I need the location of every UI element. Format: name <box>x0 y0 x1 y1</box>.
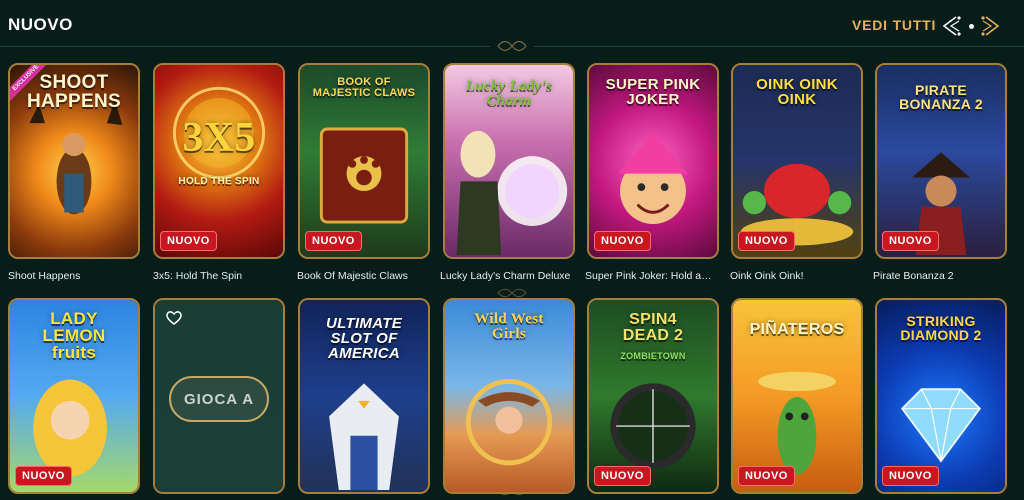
game-logo: PIRATE BONANZA 2 <box>899 82 983 112</box>
game-card-super-pink-joker[interactable]: SUPER PINK JOKER NUOVO <box>587 63 719 259</box>
new-badge: NUOVO <box>738 231 795 251</box>
game-name[interactable]: Shoot Happens <box>8 270 140 282</box>
game-card-3x5[interactable]: 3X5 HOLD THE SPIN NUOVO <box>153 63 285 259</box>
game-name[interactable]: 3x5: Hold The Spin <box>153 270 285 282</box>
new-badge: NUOVO <box>15 466 72 486</box>
heart-icon[interactable] <box>165 310 183 326</box>
game-logo: 3X5 <box>182 115 256 161</box>
play-button[interactable]: GIOCA A <box>169 376 269 422</box>
game-card-lucky-ladys-charm[interactable]: Lucky Lady's Charm <box>443 63 575 259</box>
game-subtitle: ZOMBIETOWN <box>620 351 686 361</box>
game-name[interactable]: Lucky Lady's Charm Deluxe <box>440 270 572 282</box>
new-badge: NUOVO <box>738 466 795 486</box>
game-card-pirate-bonanza-2[interactable]: PIRATE BONANZA 2 NUOVO <box>875 63 1007 259</box>
game-grid: EXCLUSIVE SHOOT HAPPENS Shoot Happens 3X… <box>0 0 1024 500</box>
game-logo: SHOOT HAPPENS <box>27 72 121 112</box>
game-logo: SPIN4 DEAD 2 <box>622 311 684 344</box>
game-logo: Lucky Lady's Charm <box>465 78 553 109</box>
new-badge: NUOVO <box>594 231 651 251</box>
game-name[interactable]: Super Pink Joker: Hold and Win <box>585 270 717 282</box>
game-card-oink-oink-oink[interactable]: OINK OINK OINK NUOVO <box>731 63 863 259</box>
new-badge: NUOVO <box>160 231 217 251</box>
game-logo: LADY LEMON fruits <box>42 309 106 362</box>
game-card-spin4dead-2[interactable]: SPIN4 DEAD 2 ZOMBIETOWN NUOVO <box>587 298 719 494</box>
game-logo: ULTIMATE SLOT OF AMERICA <box>326 315 402 362</box>
game-card-striking-diamond-2[interactable]: STRIKING DIAMOND 2 NUOVO <box>875 298 1007 494</box>
game-card-shoot-happens[interactable]: EXCLUSIVE SHOOT HAPPENS <box>8 63 140 259</box>
game-name[interactable]: Oink Oink Oink! <box>730 270 862 282</box>
new-badge: NUOVO <box>882 231 939 251</box>
game-card-hovered[interactable]: GIOCA A <box>153 298 285 494</box>
game-logo: PIÑATEROS <box>749 321 845 338</box>
game-logo: SUPER PINK JOKER <box>605 76 701 108</box>
new-badge: NUOVO <box>594 466 651 486</box>
new-badge: NUOVO <box>305 231 362 251</box>
game-card-lady-lemon-fruits[interactable]: LADY LEMON fruits NUOVO <box>8 298 140 494</box>
game-subtitle: HOLD THE SPIN <box>178 176 260 187</box>
new-badge: NUOVO <box>882 466 939 486</box>
game-logo: STRIKING DIAMOND 2 <box>900 313 982 343</box>
game-logo: Wild West Girls <box>474 311 544 342</box>
game-card-ultimate-slot-of-america[interactable]: ULTIMATE SLOT OF AMERICA <box>298 298 430 494</box>
game-name[interactable]: Book Of Majestic Claws <box>297 270 429 282</box>
game-card-wild-west-girls[interactable]: Wild West Girls <box>443 298 575 494</box>
game-logo: BOOK OF MAJESTIC CLAWS <box>312 76 416 99</box>
game-card-book-of-majestic-claws[interactable]: BOOK OF MAJESTIC CLAWS NUOVO <box>298 63 430 259</box>
game-card-pinateros[interactable]: PIÑATEROS NUOVO <box>731 298 863 494</box>
game-logo: OINK OINK OINK <box>756 76 838 108</box>
game-name[interactable]: Pirate Bonanza 2 <box>873 270 1005 282</box>
